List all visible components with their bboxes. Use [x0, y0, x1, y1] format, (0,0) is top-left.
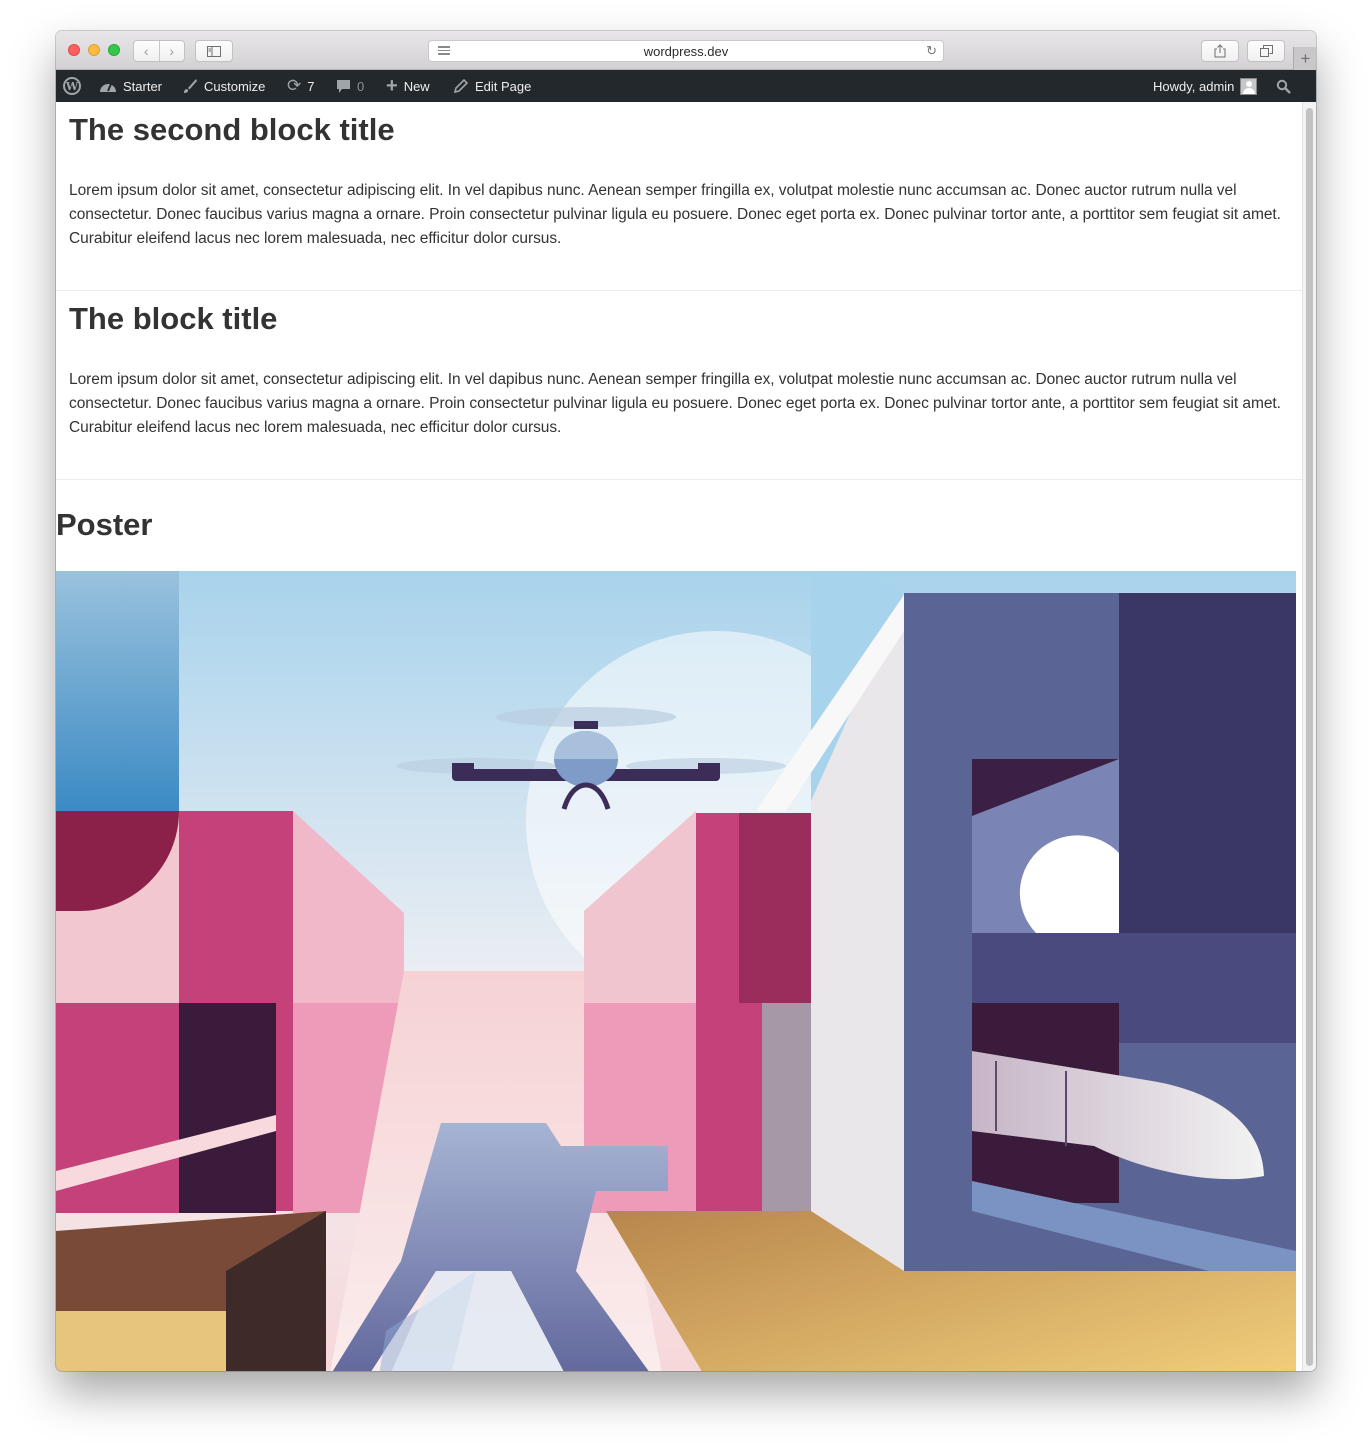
sidebar-icon	[207, 45, 221, 57]
edit-page-label: Edit Page	[475, 78, 532, 94]
block-text: Lorem ipsum dolor sit amet, consectetur …	[69, 182, 1281, 247]
block-divider	[56, 479, 1302, 480]
block-title: The block title	[69, 301, 278, 336]
plus-icon: +	[386, 74, 398, 97]
poster-image	[56, 571, 1296, 1371]
browser-window: ‹ › wordpress.dev ↻ + W Starter Customiz…	[56, 31, 1316, 1371]
block-text: Lorem ipsum dolor sit amet, consectetur …	[69, 371, 1281, 436]
address-url: wordpress.dev	[643, 44, 729, 59]
pencil-icon	[453, 78, 469, 94]
block-title: The second block title	[69, 112, 395, 147]
howdy-label: Howdy, admin	[1153, 78, 1235, 94]
search-icon	[1276, 79, 1291, 94]
site-name-label: Starter	[123, 78, 163, 94]
poster-title: Poster	[56, 507, 153, 542]
address-bar[interactable]: wordpress.dev ↻	[428, 40, 944, 62]
updates-link[interactable]: ⟳ 7	[287, 70, 314, 102]
updates-count: 7	[307, 78, 315, 94]
content-block: The second block title Lorem ipsum dolor…	[56, 111, 1302, 251]
customize-label: Customize	[204, 78, 266, 94]
customize-link[interactable]: Customize	[182, 70, 265, 102]
site-name-menu[interactable]: Starter	[99, 70, 162, 102]
browser-toolbar: ‹ › wordpress.dev ↻ +	[56, 31, 1316, 70]
brush-icon	[182, 78, 198, 94]
dashboard-icon	[99, 79, 117, 93]
comments-link[interactable]: 0	[336, 70, 364, 102]
edit-page-link[interactable]: Edit Page	[453, 70, 531, 102]
back-icon[interactable]: ‹	[134, 41, 159, 61]
adminbar-search[interactable]	[1276, 70, 1291, 102]
updates-icon: ⟳	[287, 76, 302, 95]
new-label: New	[403, 78, 430, 94]
new-content-menu[interactable]: + New	[386, 70, 430, 102]
new-tab-button[interactable]: +	[1293, 47, 1316, 70]
page-scrollbar[interactable]	[1302, 102, 1316, 1371]
block-divider	[56, 290, 1302, 291]
wp-admin-bar: W Starter Customize ⟳ 7 0 + New Edit Pag…	[56, 70, 1316, 102]
account-menu[interactable]: Howdy, admin	[1153, 70, 1258, 102]
show-tabs-button[interactable]	[1247, 40, 1285, 62]
forward-icon[interactable]: ›	[158, 41, 185, 61]
avatar	[1240, 77, 1258, 95]
sidebar-toggle-button[interactable]	[195, 40, 233, 62]
wp-logo-menu[interactable]: W	[63, 70, 81, 102]
page-content: The second block title Lorem ipsum dolor…	[56, 102, 1302, 1371]
content-block: The block title Lorem ipsum dolor sit am…	[56, 300, 1302, 440]
scrollbar-thumb[interactable]	[1306, 108, 1313, 1366]
comment-icon	[336, 79, 351, 94]
close-window-button[interactable]	[68, 44, 80, 56]
share-button[interactable]	[1201, 40, 1239, 62]
zoom-window-button[interactable]	[108, 44, 120, 56]
comments-count: 0	[357, 78, 365, 94]
minimize-window-button[interactable]	[88, 44, 100, 56]
history-nav: ‹ ›	[133, 40, 185, 62]
share-icon	[1214, 44, 1226, 58]
reload-icon[interactable]: ↻	[926, 43, 937, 59]
tabs-icon	[1259, 45, 1273, 57]
wordpress-icon: W	[63, 77, 81, 95]
